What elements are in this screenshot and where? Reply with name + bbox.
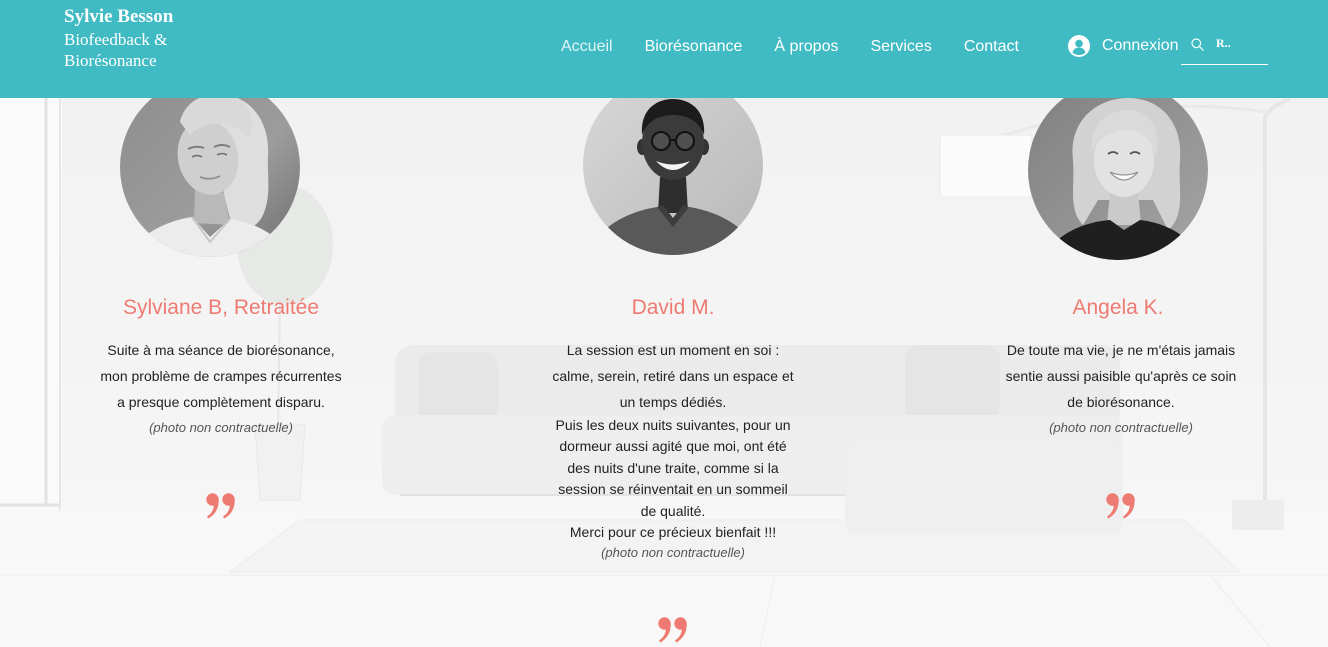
site-name: Sylvie Besson bbox=[64, 6, 174, 27]
nav-item-services[interactable]: Services bbox=[870, 36, 931, 58]
photo-disclaimer: (photo non contractuelle) bbox=[149, 420, 293, 435]
quote-icon bbox=[658, 617, 687, 643]
testimonial-paragraph: Merci pour ce précieux bienfait !!! bbox=[523, 522, 823, 543]
site-header: Sylvie Besson Biofeedback & Biorésonance… bbox=[0, 0, 1328, 98]
testimonial-text: Suite à ma séance de biorésonance, mon p… bbox=[71, 337, 371, 441]
nav-item-accueil[interactable]: Accueil bbox=[561, 36, 613, 58]
testimonial-text-line: De toute ma vie, je ne m'étais jamais bbox=[1006, 342, 1236, 358]
main-nav: Accueil Biorésonance À propos Services C… bbox=[561, 36, 1019, 58]
photo-disclaimer: (photo non contractuelle) bbox=[601, 545, 745, 561]
search-icon[interactable] bbox=[1191, 38, 1204, 51]
login-label: Connexion bbox=[1102, 37, 1179, 54]
testimonial-text-line: mon problème de crampes récurrentes bbox=[100, 368, 342, 384]
search-input[interactable] bbox=[1214, 33, 1264, 53]
testimonial-text-line: Suite à ma séance de biorésonance, bbox=[107, 342, 335, 358]
site-tagline-line-2: Biorésonance bbox=[64, 51, 157, 70]
login-button[interactable]: Connexion bbox=[1068, 35, 1179, 57]
user-avatar-icon bbox=[1068, 35, 1090, 57]
testimonial-name: Sylviane B, Retraitée bbox=[122, 296, 320, 319]
testimonial-paragraph: Suite à ma séance de biorésonance, mon p… bbox=[71, 337, 371, 415]
testimonial-text-line: a presque complètement disparu. bbox=[117, 394, 325, 410]
site-brand: Sylvie Besson Biofeedback & Biorésonance bbox=[64, 5, 173, 71]
testimonial-name: Angela K. bbox=[1072, 296, 1164, 319]
testimonial-paragraph: La session est un moment en soi : calme,… bbox=[523, 337, 823, 415]
testimonial-text-line: Merci pour ce précieux bienfait !!! bbox=[569, 524, 777, 541]
testimonial-photo bbox=[120, 77, 300, 257]
nav-item-a-propos[interactable]: À propos bbox=[774, 36, 838, 58]
nav-item-contact[interactable]: Contact bbox=[964, 36, 1019, 58]
testimonial-text: La session est un moment en soi : calme,… bbox=[523, 337, 823, 563]
testimonial-text-line: de biorésonance. bbox=[1067, 394, 1175, 410]
testimonial-text-line: La session est un moment en soi : bbox=[566, 342, 780, 358]
testimonial-text-line: Puis les deux nuits suivantes, pour un bbox=[555, 417, 791, 433]
testimonial-text-line: calme, serein, retiré dans un espace et bbox=[552, 368, 794, 384]
quote-icon bbox=[206, 493, 235, 519]
testimonial-text-line: des nuits d'une traite, comme si la bbox=[567, 459, 779, 476]
testimonial-text-line: sentie aussi paisible qu'après ce soin bbox=[1005, 368, 1237, 384]
testimonial-photo bbox=[583, 75, 763, 255]
testimonial-text: De toute ma vie, je ne m'étais jamais se… bbox=[971, 337, 1271, 441]
testimonial-paragraph: De toute ma vie, je ne m'étais jamais se… bbox=[971, 337, 1271, 415]
site-tagline-line-1: Biofeedback & bbox=[64, 30, 168, 49]
testimonial-text-line: session se réinventait en un sommeil bbox=[558, 481, 788, 498]
testimonial-photo bbox=[1028, 80, 1208, 260]
nav-item-bioresonance[interactable]: Biorésonance bbox=[645, 36, 743, 58]
testimonial-text-line: un temps dédiés. bbox=[619, 394, 727, 410]
quote-icon bbox=[1106, 493, 1135, 519]
photo-disclaimer: (photo non contractuelle) bbox=[1049, 420, 1193, 435]
testimonial-paragraph: Puis les deux nuits suivantes, pour un d… bbox=[523, 415, 823, 522]
testimonial-text-line: de qualité. bbox=[640, 502, 706, 519]
testimonial-name: David M. bbox=[631, 296, 715, 319]
testimonial-text-line: dormeur aussi agité que moi, ont été bbox=[559, 438, 787, 455]
search-box bbox=[1181, 30, 1268, 65]
